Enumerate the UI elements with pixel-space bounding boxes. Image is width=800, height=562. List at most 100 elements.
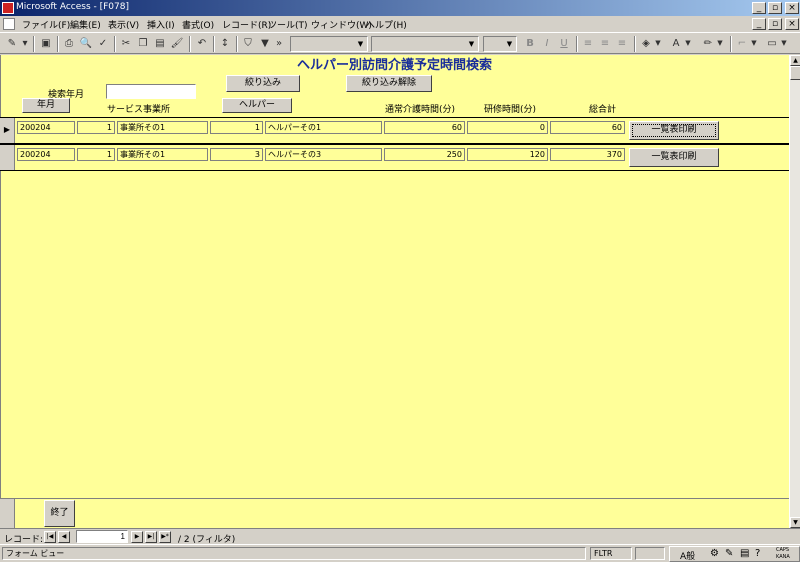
sort-by-month-button[interactable]: 年月 <box>22 98 70 113</box>
ime-dictionary-icon[interactable]: ▤ <box>740 548 749 559</box>
toolbar-separator <box>57 36 59 52</box>
bold-icon[interactable]: B <box>522 36 538 51</box>
spelling-icon[interactable]: ✓ <box>95 36 111 51</box>
align-center-icon[interactable]: ≡ <box>597 36 613 51</box>
doc-minimize-button[interactable]: _ <box>752 18 766 30</box>
print-list-button[interactable]: 一覧表印刷 <box>629 148 719 167</box>
record-selector[interactable] <box>0 145 15 170</box>
record-number-input[interactable] <box>76 530 128 543</box>
apply-filter-icon[interactable]: ▼ <box>257 36 273 51</box>
menu-insert[interactable]: 挿入(I) <box>147 18 175 31</box>
menu-records[interactable]: レコード(R) <box>222 18 271 31</box>
underline-icon[interactable]: U <box>556 36 572 51</box>
menu-edit[interactable]: 編集(E) <box>70 18 101 31</box>
year-month-cell[interactable]: 200204 <box>17 121 75 134</box>
ime-settings-icon[interactable]: ⚙ <box>710 548 719 559</box>
helper-id-cell[interactable]: 3 <box>210 148 263 161</box>
save-icon[interactable]: ▣ <box>38 36 54 51</box>
doc-close-button[interactable]: × <box>785 18 799 30</box>
chevron-down-icon[interactable]: ▼ <box>780 36 788 51</box>
chevron-down-icon[interactable]: ▼ <box>654 36 662 51</box>
office-id-cell[interactable]: 1 <box>77 148 115 161</box>
normal-time-cell[interactable]: 250 <box>384 148 465 161</box>
line-color-icon[interactable]: ✏ <box>700 36 716 51</box>
form-footer: 終了 <box>0 498 789 528</box>
sort-by-helper-button[interactable]: ヘルパー <box>222 98 292 113</box>
scroll-up-icon[interactable]: ▲ <box>790 55 800 66</box>
restore-button[interactable]: ▫ <box>768 2 782 14</box>
toolbar-separator <box>576 36 578 52</box>
font-name-combo[interactable]: ▼ <box>371 36 479 52</box>
column-header-total: 総合計 <box>589 105 617 115</box>
helper-name-cell[interactable]: ヘルパーその1 <box>265 121 382 134</box>
filter-by-selection-icon[interactable]: ⛉ <box>240 36 256 51</box>
menu-window[interactable]: ウィンドウ(W) <box>311 18 372 31</box>
ime-help-icon[interactable]: ? <box>755 548 760 559</box>
filter-button[interactable]: 絞り込み <box>226 75 300 92</box>
font-size-combo[interactable]: ▼ <box>483 36 517 52</box>
print-icon[interactable]: ⎙ <box>61 36 77 51</box>
copy-icon[interactable]: ❐ <box>135 36 151 51</box>
print-preview-icon[interactable]: 🔍 <box>78 36 94 51</box>
helper-id-cell[interactable]: 1 <box>210 121 263 134</box>
vertical-scrollbar[interactable]: ▲ ▼ <box>789 55 800 528</box>
current-record-icon[interactable]: ▶ <box>0 118 15 143</box>
scroll-down-icon[interactable]: ▼ <box>790 517 800 528</box>
chevron-down-icon[interactable]: ▼ <box>684 36 692 51</box>
search-month-input[interactable] <box>106 84 196 99</box>
view-icon[interactable]: ✎ <box>4 36 20 51</box>
new-record-icon[interactable]: ▶* <box>159 531 171 543</box>
sort-icon[interactable]: ↕ <box>217 36 233 51</box>
toolbar-more-icon[interactable]: » <box>274 36 284 51</box>
office-name-cell[interactable]: 事業所その1 <box>117 148 208 161</box>
first-record-icon[interactable]: |◀ <box>44 531 56 543</box>
undo-icon[interactable]: ↶ <box>194 36 210 51</box>
font-color-icon[interactable]: A <box>668 36 684 51</box>
record-selector <box>0 499 15 528</box>
menu-file[interactable]: ファイル(F) <box>22 18 70 31</box>
cut-icon[interactable]: ✂ <box>118 36 134 51</box>
last-record-icon[interactable]: ▶| <box>145 531 157 543</box>
minimize-button[interactable]: _ <box>752 2 766 14</box>
scroll-thumb[interactable] <box>790 66 800 80</box>
helper-name-cell[interactable]: ヘルパーその3 <box>265 148 382 161</box>
border-width-icon[interactable]: ⌐ <box>734 36 750 51</box>
form-doc-icon[interactable] <box>3 18 15 30</box>
menu-tools[interactable]: ツール(T) <box>268 18 308 31</box>
close-button[interactable]: × <box>785 2 799 14</box>
format-painter-icon[interactable]: 🖌 <box>169 36 185 51</box>
column-header-training-time: 研修時間(分) <box>484 105 537 115</box>
align-right-icon[interactable]: ≡ <box>614 36 630 51</box>
training-time-cell[interactable]: 0 <box>467 121 548 134</box>
ime-pad-icon[interactable]: ✎ <box>725 548 733 559</box>
paste-icon[interactable]: ▤ <box>152 36 168 51</box>
access-app-icon[interactable] <box>2 2 14 14</box>
office-name-cell[interactable]: 事業所その1 <box>117 121 208 134</box>
total-cell[interactable]: 370 <box>550 148 625 161</box>
kana-indicator: KANA <box>776 554 790 560</box>
toolbar-separator <box>236 36 238 52</box>
office-id-cell[interactable]: 1 <box>77 121 115 134</box>
exit-button[interactable]: 終了 <box>44 500 75 527</box>
ime-mode-text[interactable]: A般 <box>680 549 695 562</box>
menu-view[interactable]: 表示(V) <box>108 18 139 31</box>
fill-color-icon[interactable]: ◈ <box>638 36 654 51</box>
print-list-button[interactable]: 一覧表印刷 <box>629 121 719 140</box>
align-left-icon[interactable]: ≡ <box>580 36 596 51</box>
view-dropdown-icon[interactable]: ▾ <box>20 36 30 51</box>
special-effect-icon[interactable]: ▭ <box>764 36 780 51</box>
training-time-cell[interactable]: 120 <box>467 148 548 161</box>
year-month-cell[interactable]: 200204 <box>17 148 75 161</box>
chevron-down-icon[interactable]: ▼ <box>716 36 724 51</box>
menu-format[interactable]: 書式(O) <box>182 18 214 31</box>
next-record-icon[interactable]: ▶ <box>131 531 143 543</box>
normal-time-cell[interactable]: 60 <box>384 121 465 134</box>
menu-help[interactable]: ヘルプ(H) <box>366 18 407 31</box>
doc-restore-button[interactable]: ▫ <box>768 18 782 30</box>
object-combo[interactable]: ▼ <box>290 36 368 52</box>
chevron-down-icon[interactable]: ▼ <box>750 36 758 51</box>
italic-icon[interactable]: I <box>539 36 555 51</box>
total-cell[interactable]: 60 <box>550 121 625 134</box>
previous-record-icon[interactable]: ◀ <box>58 531 70 543</box>
clear-filter-button[interactable]: 絞り込み解除 <box>346 75 432 92</box>
